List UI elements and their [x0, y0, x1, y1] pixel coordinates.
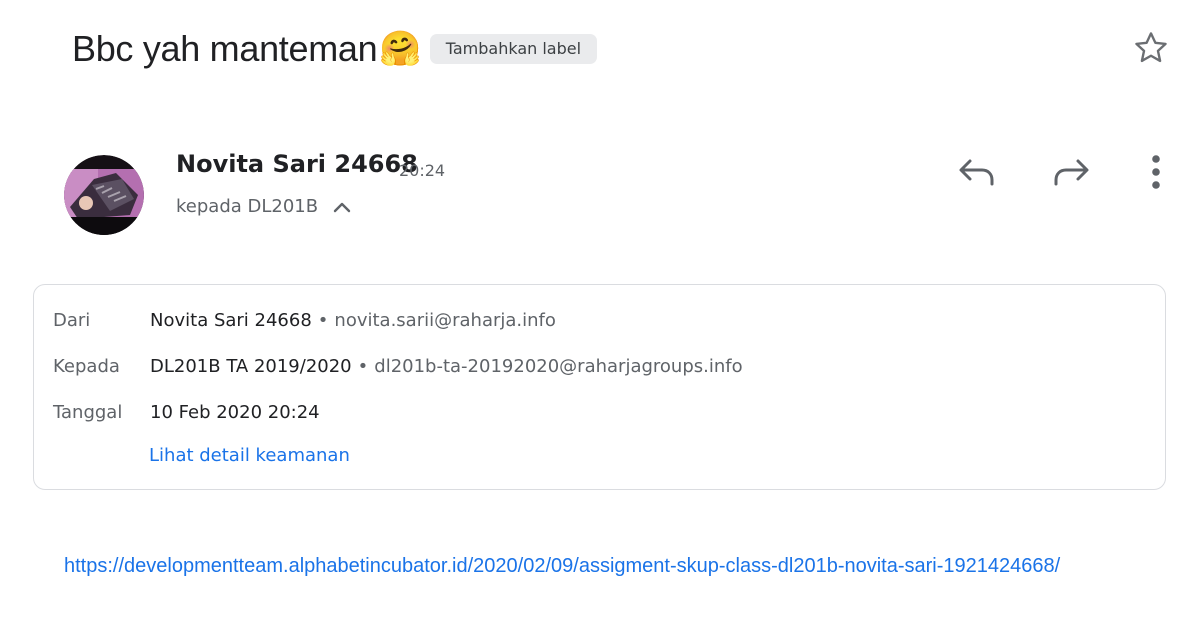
to-name: DL201B TA 2019/2020 — [150, 355, 352, 377]
more-vert-icon — [1152, 155, 1160, 189]
from-value: Novita Sari 24668 • novita.sarii@raharja… — [150, 310, 556, 331]
forward-button[interactable] — [1050, 150, 1094, 194]
star-button[interactable] — [1130, 27, 1172, 69]
date-label: Tanggal — [53, 401, 123, 423]
reply-button[interactable] — [954, 150, 998, 194]
forward-icon — [1054, 159, 1089, 186]
more-options-button[interactable] — [1134, 150, 1178, 194]
recipient-summary: kepada DL201B — [176, 196, 319, 217]
sender-time: 20:24 — [399, 161, 446, 180]
separator-dot: • — [357, 355, 369, 377]
separator-dot: • — [317, 309, 329, 331]
security-details-link[interactable]: Lihat detail keamanan — [149, 445, 350, 466]
avatar[interactable] — [64, 155, 144, 235]
body-link[interactable]: https://developmentteam.alphabetincubato… — [64, 555, 1060, 578]
to-label: Kepada — [53, 355, 120, 377]
email-subject: Bbc yah manteman — [72, 28, 378, 69]
subject-row: Bbc yah manteman 🤗 Tambahkan label — [72, 22, 598, 76]
from-label: Dari — [53, 309, 91, 331]
chevron-up-icon — [332, 200, 352, 214]
hugging-face-emoji: 🤗 — [379, 29, 422, 69]
message-details-card: Dari Novita Sari 24668 • novita.sarii@ra… — [33, 284, 1166, 490]
from-email[interactable]: novita.sarii@raharja.info — [334, 310, 555, 331]
date-value: 10 Feb 2020 20:24 — [150, 401, 320, 423]
reply-icon — [959, 159, 994, 186]
to-email[interactable]: dl201b-ta-20192020@raharjagroups.info — [374, 356, 742, 377]
sender-name: Novita Sari 24668 — [176, 150, 418, 178]
avatar-photo — [64, 155, 144, 235]
to-value: DL201B TA 2019/2020 • dl201b-ta-20192020… — [150, 356, 743, 377]
star-outline-icon — [1135, 32, 1167, 63]
add-label-button[interactable]: Tambahkan label — [429, 34, 598, 64]
recipient-summary-toggle[interactable]: kepada DL201B — [176, 196, 352, 217]
from-name: Novita Sari 24668 — [150, 309, 312, 331]
